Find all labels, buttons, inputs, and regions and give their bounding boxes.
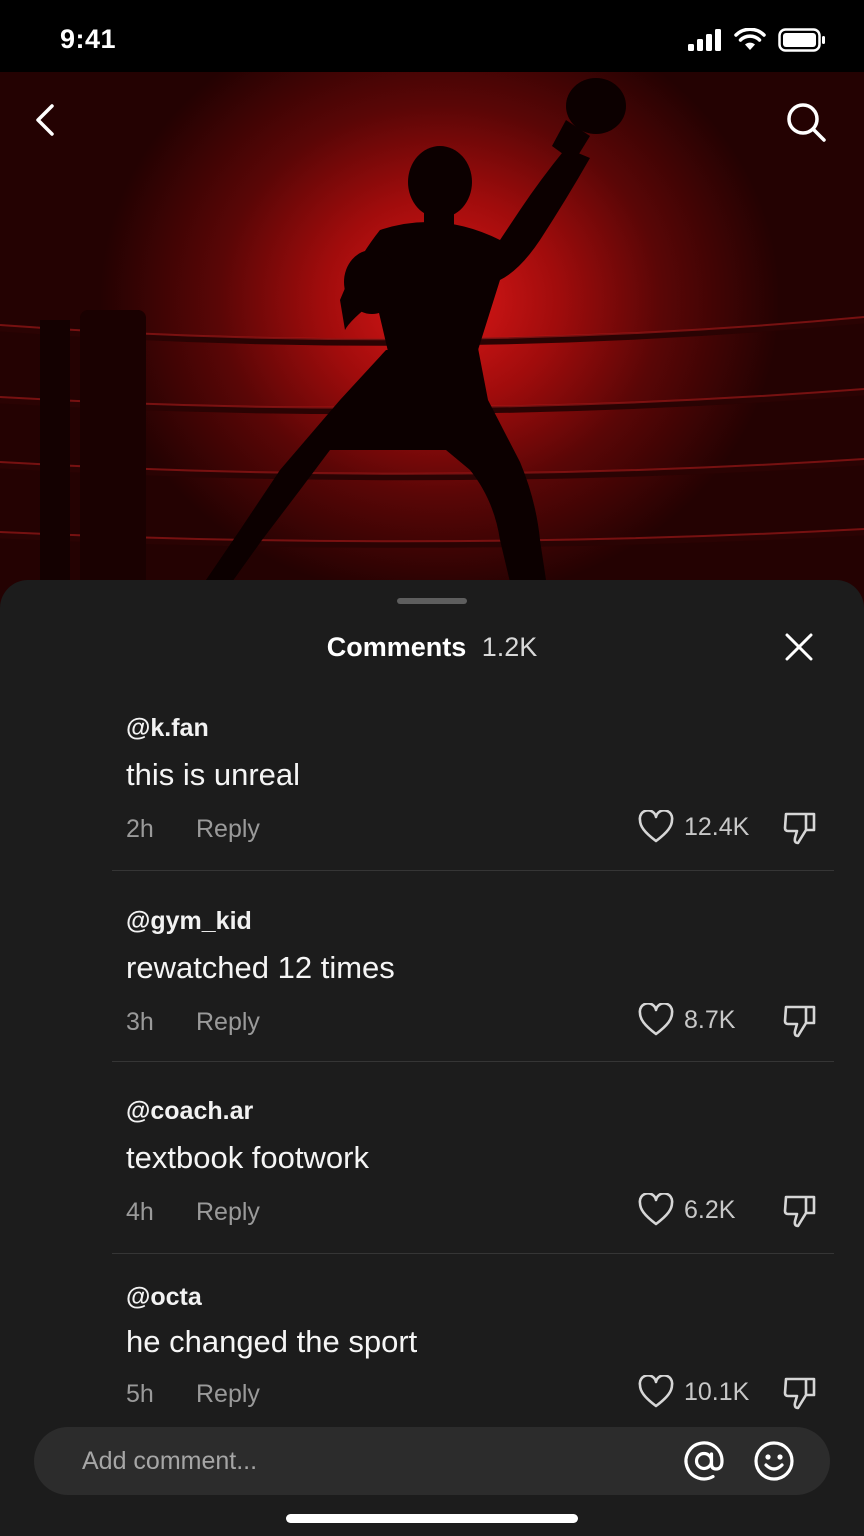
home-indicator[interactable] (286, 1514, 578, 1523)
comment-divider (112, 1253, 834, 1254)
status-bar: 9:41 (0, 0, 864, 72)
reply-button[interactable]: Reply (196, 815, 260, 844)
comment-username[interactable]: @coach.ar (126, 1097, 253, 1126)
like-count: 10.1K (684, 1377, 750, 1406)
thumbs-down-icon[interactable] (782, 810, 818, 846)
boxer-silhouette-illustration (0, 78, 864, 610)
comments-count: 1.2K (481, 632, 538, 662)
comments-header: Comments 1.2K (0, 632, 864, 663)
thumbs-down-icon[interactable] (782, 1193, 818, 1229)
like-button[interactable]: 6.2K (638, 1193, 735, 1227)
battery-icon (778, 28, 825, 52)
comment-time: 3h (126, 1008, 154, 1036)
like-button[interactable]: 12.4K (638, 810, 749, 844)
status-time: 9:41 (60, 24, 117, 54)
heart-icon (638, 1003, 674, 1036)
comment-time: 4h (126, 1198, 154, 1226)
search-icon[interactable] (784, 100, 828, 144)
reply-button[interactable]: Reply (196, 1380, 260, 1409)
at-mention-icon[interactable] (682, 1439, 726, 1483)
comment-text: textbook footwork (126, 1140, 369, 1175)
reply-button[interactable]: Reply (196, 1008, 260, 1037)
comment-username[interactable]: @k.fan (126, 714, 209, 743)
status-icons (688, 28, 826, 52)
like-count: 6.2K (684, 1195, 736, 1224)
comment-text: rewatched 12 times (126, 950, 395, 985)
comment-divider (112, 870, 834, 871)
comment-time: 5h (126, 1380, 154, 1408)
thumbs-down-icon[interactable] (782, 1375, 818, 1411)
wifi-icon (734, 28, 766, 50)
back-chevron-icon[interactable] (26, 100, 66, 140)
emoji-icon[interactable] (752, 1439, 796, 1483)
heart-icon (638, 1375, 674, 1408)
heart-icon (638, 1193, 674, 1226)
close-icon[interactable] (784, 632, 814, 662)
like-count: 12.4K (684, 812, 750, 841)
video-hero-image[interactable] (0, 70, 864, 610)
comment-time: 2h (126, 815, 154, 843)
comment-composer (34, 1427, 830, 1495)
comment-input[interactable] (82, 1427, 642, 1495)
reply-button[interactable]: Reply (196, 1198, 260, 1227)
comment-text: he changed the sport (126, 1324, 418, 1359)
comments-title: Comments (326, 632, 467, 662)
like-button[interactable]: 8.7K (638, 1003, 735, 1037)
comment-divider (112, 1061, 834, 1062)
like-button[interactable]: 10.1K (638, 1375, 749, 1409)
thumbs-down-icon[interactable] (782, 1003, 818, 1039)
comment-username[interactable]: @gym_kid (126, 907, 252, 936)
heart-icon (638, 810, 674, 843)
comments-sheet: Comments 1.2K @k.fan this is unreal 2h R… (0, 580, 864, 1536)
comment-username[interactable]: @octa (126, 1283, 202, 1312)
like-count: 8.7K (684, 1005, 736, 1034)
cellular-signal-icon (688, 29, 721, 51)
comment-text: this is unreal (126, 757, 301, 792)
sheet-grabber[interactable] (397, 598, 467, 604)
